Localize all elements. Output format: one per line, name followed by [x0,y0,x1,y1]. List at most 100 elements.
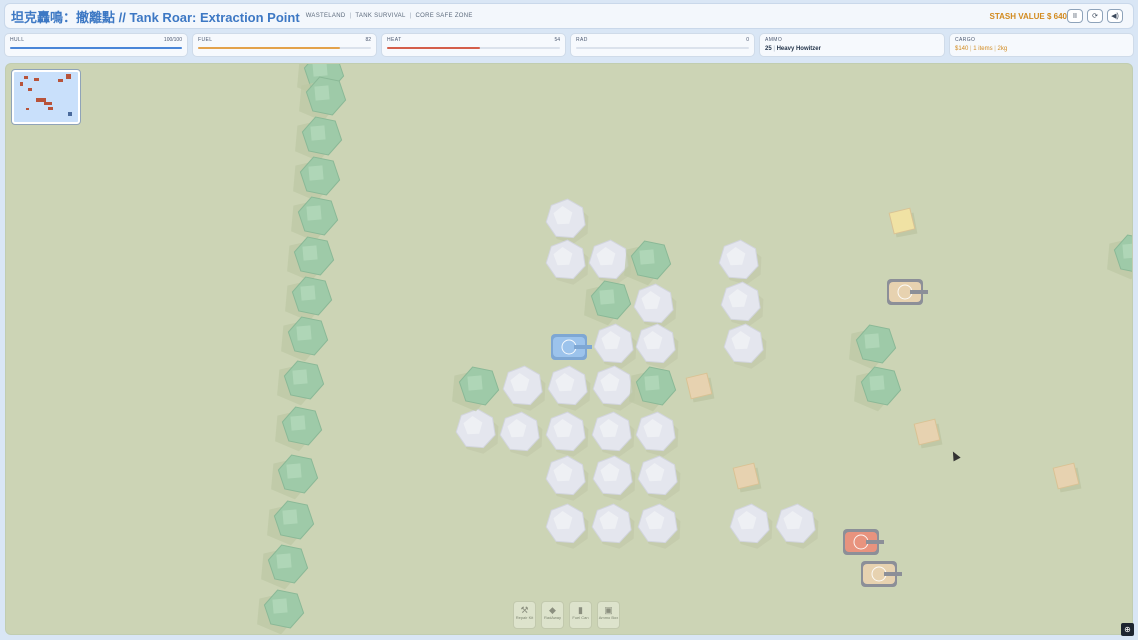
heat-label: HEAT [387,37,402,43]
heat-bar [387,47,560,49]
tree-highlight [272,598,288,614]
hull-label: HULL [10,37,25,43]
rad-panel: RAD 0 [570,33,755,57]
minimap-marker [44,102,52,105]
item-toolbar: ⚒ Repair Kit ◆ RadAway ▮ Fuel Can ▣ Ammo… [513,601,620,629]
game-title: 坦克轟鳴：撤離點 // Tank Roar: Extraction Point [11,9,300,25]
rad-label: RAD [576,37,588,43]
cargo-weight: 2kg [997,46,1008,52]
radaway-button[interactable]: ◆ RadAway [541,601,564,629]
wreck-crate [1052,462,1080,490]
minimap-marker [34,78,39,81]
tree-highlight [869,375,885,391]
ammo-info: 25 | Heavy Howitzer [765,46,821,52]
enemy-tank-light-turret [897,284,913,300]
supply-crate [888,207,916,235]
game-tags: WASTELAND | TANK SURVIVAL | CORE SAFE ZONE [305,13,473,19]
ammo-weapon: Heavy Howitzer [776,46,821,52]
ammo-box-icon: ▣ [604,605,613,615]
ammo-box-label: Ammo Box [598,615,619,620]
fuel-can-button[interactable]: ▮ Fuel Can [569,601,592,629]
minimap-marker [48,107,53,110]
minimap-marker [28,88,32,91]
hull-bar-fill [10,47,182,49]
wrench-icon: ⚒ [520,605,529,615]
tag-wasteland: WASTELAND [305,13,346,19]
zoom-icon[interactable]: ⊕ [1121,623,1134,636]
tree-highlight [864,333,880,349]
pause-button[interactable]: II [1067,9,1083,23]
tree-highlight [310,125,326,141]
tree-highlight [306,205,322,221]
tree-highlight [300,285,316,301]
tree-highlight [296,325,312,341]
wreck-crate [685,372,713,400]
tree-highlight [599,289,615,305]
minimap[interactable] [12,70,80,124]
enemy-tank-light-turret [871,566,887,582]
fuel-can-icon: ▮ [578,605,583,615]
player-tank-turret [561,339,577,355]
fuel-bar-fill [198,47,340,49]
enemy-tank-barrel [866,540,884,544]
ammo-box-button[interactable]: ▣ Ammo Box [597,601,620,629]
minimap-marker [26,108,29,110]
top-bar: 坦克轟鳴：撤離點 // Tank Roar: Extraction Point … [4,3,1134,29]
world-scene [257,64,1132,634]
minimap-player-marker [68,112,72,116]
restart-button[interactable]: ⟳ [1087,9,1103,23]
tree-highlight [286,463,302,479]
ammo-label: AMMO [765,37,783,43]
rad-value: 0 [746,37,749,43]
tree-highlight [467,375,483,391]
cargo-panel: CARGO $140 | 1 items | 2kg [949,33,1134,57]
radaway-icon: ◆ [549,605,556,615]
wreck-crate [913,418,941,446]
fuel-panel: FUEL 82 [192,33,377,57]
repair-kit-button[interactable]: ⚒ Repair Kit [513,601,536,629]
enemy-tank-light-barrel [910,290,928,294]
rad-bar [576,47,749,49]
sound-button[interactable]: ◀) [1107,9,1123,23]
hull-bar [10,47,182,49]
cargo-label: CARGO [955,37,976,43]
tree-highlight [639,249,655,265]
fuel-can-label: Fuel Can [572,615,589,620]
tree-highlight [290,415,306,431]
hull-panel: HULL 100/100 [4,33,188,57]
minimap-marker [20,82,23,86]
heat-panel: HEAT 54 [381,33,566,57]
tree-highlight [276,553,292,569]
heat-value: 54 [554,37,560,43]
heat-bar-fill [387,47,481,49]
cargo-money: $140 [955,46,969,52]
tag-core-safe-zone: CORE SAFE ZONE [415,13,473,19]
radaway-label: RadAway [543,615,562,620]
player-tank-barrel [574,345,592,349]
tree-highlight [312,64,328,77]
tree-highlight [314,85,330,101]
fuel-label: FUEL [198,37,213,43]
fuel-bar [198,47,371,49]
tree-highlight [1122,243,1132,259]
ammo-count: 25 [765,46,772,52]
tree-highlight [644,375,660,391]
stats-row: HULL 100/100 FUEL 82 HEAT 54 RAD 0 AMMO … [4,33,1134,57]
fuel-value: 82 [365,37,371,43]
minimap-marker [58,79,63,82]
cargo-items: 1 items [973,46,993,52]
ammo-panel: AMMO 25 | Heavy Howitzer [759,33,945,57]
game-world[interactable] [5,63,1133,635]
minimap-marker [24,76,28,79]
tag-tank-survival: TANK SURVIVAL [355,13,406,19]
hull-value: 100/100 [163,37,182,43]
tree-highlight [302,245,318,261]
tree-highlight [308,165,324,181]
enemy-tank-light-barrel [884,572,902,576]
stash-value: STASH VALUE $ 640 [989,12,1067,21]
tree-highlight [282,509,298,525]
tree-highlight [292,369,308,385]
enemy-tank-turret [853,534,869,550]
minimap-marker [66,74,71,79]
repair-kit-label: Repair Kit [515,615,534,620]
